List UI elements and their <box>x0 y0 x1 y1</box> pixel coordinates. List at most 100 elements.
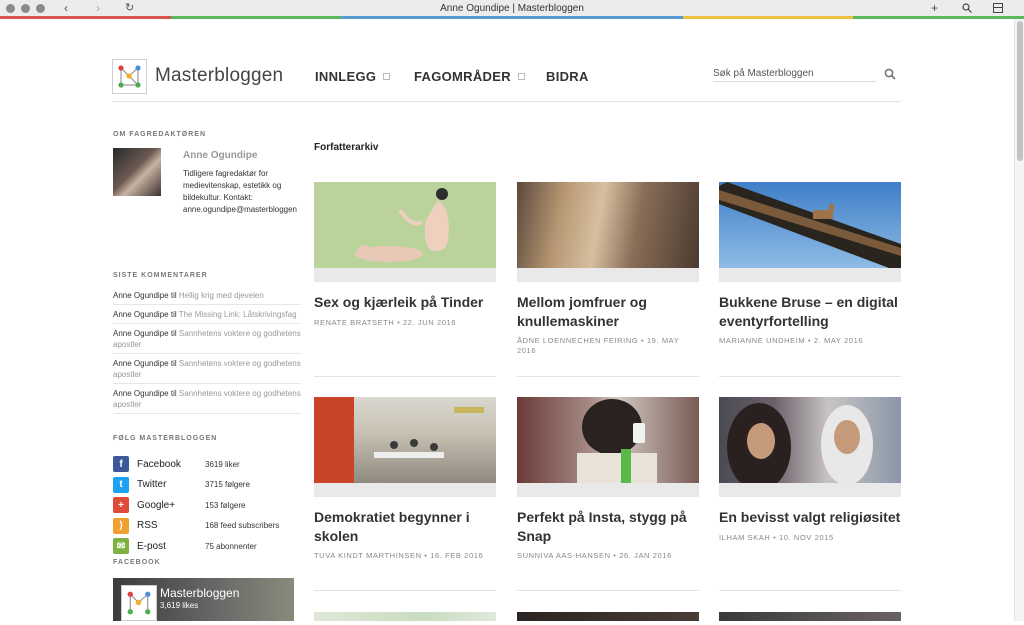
facebook-heading: FACEBOOK <box>113 559 161 566</box>
post-card[interactable]: En bevisst valgt religiøsitet ILHAM SKAH… <box>719 397 901 543</box>
comment-separator: til <box>170 389 177 398</box>
thumbnail-strip <box>314 483 496 497</box>
color-stripe-segment <box>682 16 854 19</box>
brand-color-stripe <box>0 16 1024 19</box>
site-logo[interactable] <box>112 59 147 94</box>
post-title[interactable]: Mellom jomfruer og knullemaskiner <box>517 293 699 330</box>
follow-network-name[interactable]: RSS <box>137 520 205 531</box>
follow-count: 3715 følgere <box>205 480 250 490</box>
recent-comments-list: Anne Ogundipe til Hellig krig med djevel… <box>113 289 301 417</box>
page-scrollbar[interactable] <box>1014 19 1024 621</box>
comment-separator: til <box>170 291 177 300</box>
thumbnail-strip <box>517 268 699 282</box>
post-meta: SUNNIVA AAS-HANSEN • 26. JAN 2016 <box>517 551 672 560</box>
follow-list: f Facebook 3619 liker t Twitter 3715 følgere +… <box>113 454 301 557</box>
post-card[interactable]: Mellom jomfruer og knullemaskiner ÅDNE L… <box>517 182 699 356</box>
color-stripe-segment <box>170 16 342 19</box>
editor-name[interactable]: Anne Ogundipe <box>183 150 257 161</box>
comment-item: Anne Ogundipe til Sannhetens voktere og … <box>113 387 301 414</box>
thumbnail-strip <box>719 483 901 497</box>
comment-author[interactable]: Anne Ogundipe <box>113 389 169 398</box>
post-meta: MARIANNE UNDHEIM • 2. MAY 2016 <box>719 336 864 345</box>
nav-label: FAGOMRÅDER <box>414 69 511 84</box>
window-title: Anne Ogundipe | Masterbloggen <box>440 3 584 14</box>
follow-count: 168 feed subscribers <box>205 521 280 531</box>
expand-plus-icon[interactable] <box>383 73 391 80</box>
post-thumbnail[interactable] <box>314 397 496 483</box>
facebook-widget-likes: 3,619 likes <box>160 601 199 610</box>
new-tab-icon[interactable]: + <box>931 1 938 15</box>
post-card[interactable]: Bukkene Bruse – en digital eventyrfortel… <box>719 182 901 346</box>
comment-post-link[interactable]: The Missing Link: Låtskrivingsfag <box>179 310 297 319</box>
post-thumbnail[interactable] <box>719 612 901 621</box>
recent-comments-heading: SISTE KOMMENTARER <box>113 272 208 279</box>
follow-item[interactable]: f Facebook 3619 liker <box>113 454 301 475</box>
post-thumbnail[interactable] <box>719 397 901 483</box>
follow-network-name[interactable]: E-post <box>137 541 205 552</box>
post-thumbnail[interactable] <box>517 397 699 483</box>
comment-item: Anne Ogundipe til Sannhetens voktere og … <box>113 327 301 354</box>
comment-author[interactable]: Anne Ogundipe <box>113 291 169 300</box>
about-editor-heading: OM FAGREDAKTØREN <box>113 131 206 138</box>
post-title[interactable]: En bevisst valgt religiøsitet <box>719 508 901 527</box>
comment-item: Anne Ogundipe til Sannhetens voktere og … <box>113 357 301 384</box>
post-thumbnail[interactable] <box>314 182 496 268</box>
row-divider <box>719 590 901 591</box>
email-icon[interactable]: ✉ <box>113 538 129 555</box>
follow-item[interactable]: + Google+ 153 følgere <box>113 495 301 516</box>
nav-label: BIDRA <box>546 69 589 84</box>
nav-item-fagomrader[interactable]: FAGOMRÅDER <box>414 69 525 84</box>
post-title[interactable]: Sex og kjærleik på Tinder <box>314 293 496 312</box>
color-stripe-segment <box>512 16 683 19</box>
post-meta: RENATE BRATSETH • 22. JUN 2016 <box>314 317 457 327</box>
facebook-page-widget[interactable]: Masterbloggen 3,619 likes <box>113 578 294 621</box>
post-card[interactable]: Sex og kjærleik på Tinder RENATE BRATSET… <box>314 182 496 328</box>
follow-item[interactable]: ) RSS 168 feed subscribers <box>113 516 301 537</box>
row-divider <box>719 376 901 377</box>
post-thumbnail[interactable] <box>517 612 699 621</box>
search-icon[interactable] <box>884 68 896 80</box>
facebook-icon[interactable]: f <box>113 456 129 473</box>
scrollbar-thumb[interactable] <box>1017 21 1023 161</box>
search-input[interactable] <box>713 66 876 82</box>
facebook-widget-title[interactable]: Masterbloggen <box>160 586 239 600</box>
follow-network-name[interactable]: Google+ <box>137 500 205 511</box>
nav-item-innlegg[interactable]: INNLEGG <box>315 69 391 84</box>
follow-network-name[interactable]: Twitter <box>137 479 205 490</box>
follow-heading: FØLG MASTERBLOGGEN <box>113 435 218 442</box>
zoom-icon[interactable] <box>962 3 972 13</box>
thumbnail-strip <box>314 268 496 282</box>
follow-network-name[interactable]: Facebook <box>137 459 205 470</box>
post-title[interactable]: Perfekt på Insta, stygg på Snap <box>517 508 699 545</box>
post-card[interactable]: Demokratiet begynner i skolen TUVA KINDT… <box>314 397 496 561</box>
color-stripe-segment <box>853 16 1024 19</box>
comment-post-link[interactable]: Hellig krig med djevelen <box>179 291 264 300</box>
nav-item-bidra[interactable]: BIDRA <box>546 69 589 84</box>
row-divider <box>314 376 496 377</box>
post-card[interactable]: Perfekt på Insta, stygg på Snap SUNNIVA … <box>517 397 699 561</box>
post-title[interactable]: Bukkene Bruse – en digital eventyrfortel… <box>719 293 901 330</box>
comment-author[interactable]: Anne Ogundipe <box>113 359 169 368</box>
google-plus-icon[interactable]: + <box>113 497 129 514</box>
follow-item[interactable]: ✉ E-post 75 abonnenter <box>113 536 301 557</box>
rss-icon[interactable]: ) <box>113 517 129 534</box>
expand-plus-icon[interactable] <box>517 73 525 80</box>
post-meta: ILHAM SKAH • 10. NOV 2015 <box>719 532 834 542</box>
thumbnail-strip <box>719 268 901 282</box>
twitter-icon[interactable]: t <box>113 476 129 493</box>
comment-item: Anne Ogundipe til Hellig krig med djevel… <box>113 289 301 305</box>
post-title[interactable]: Demokratiet begynner i skolen <box>314 508 496 545</box>
color-stripe-segment <box>0 16 171 19</box>
sidebar-toggle-icon[interactable] <box>993 3 1003 13</box>
post-thumbnail[interactable] <box>719 182 901 268</box>
nav-label: INNLEGG <box>315 69 377 84</box>
post-thumbnail[interactable] <box>314 612 496 621</box>
comment-author[interactable]: Anne Ogundipe <box>113 310 169 319</box>
post-thumbnail[interactable] <box>517 182 699 268</box>
follow-item[interactable]: t Twitter 3715 følgere <box>113 475 301 496</box>
follow-count: 75 abonnenter <box>205 541 257 551</box>
editor-bio: Tidligere fagredaktør for medievitenskap… <box>183 169 297 214</box>
comment-author[interactable]: Anne Ogundipe <box>113 329 169 338</box>
thumbnail-strip <box>517 483 699 497</box>
site-brand[interactable]: Masterbloggen <box>155 65 283 87</box>
